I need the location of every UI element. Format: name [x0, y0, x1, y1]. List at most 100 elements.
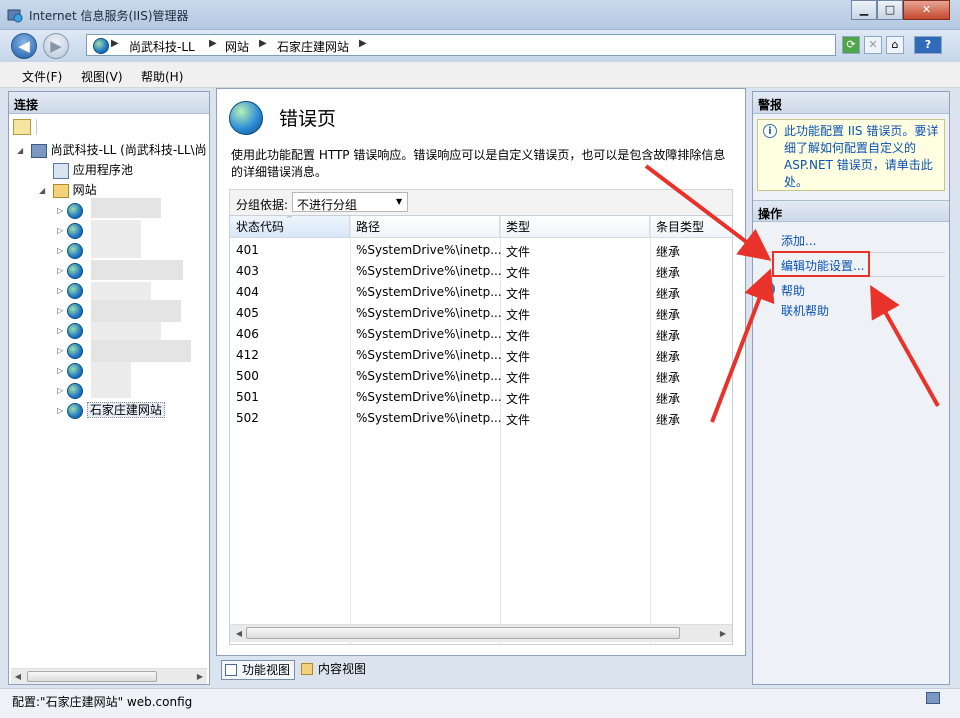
cell-code: 500 — [236, 369, 259, 383]
forward-button[interactable]: ▶ — [43, 33, 69, 59]
home-icon[interactable]: ⌂ — [886, 36, 904, 54]
globe-icon — [67, 262, 83, 279]
error-pages-grid: 状态代码 ^ 路径 类型 条目类型 401 %SystemDrive%\inetp… — [229, 215, 733, 645]
globe-icon — [67, 202, 83, 219]
tree-item-site[interactable]: ▷ — [57, 320, 83, 340]
window-title: Internet 信息服务(IIS)管理器 — [29, 9, 189, 23]
minimize-button[interactable]: ▁ — [851, 0, 877, 20]
tree-item-site[interactable]: ▷ — [57, 360, 83, 380]
column-header-type[interactable]: 类型 — [500, 216, 650, 238]
table-row[interactable]: 405 %SystemDrive%\inetp... 文件 继承 — [230, 303, 732, 324]
horizontal-scrollbar[interactable]: ◀ ▶ — [11, 668, 207, 684]
maximize-button[interactable]: □ — [877, 0, 903, 20]
navigation-bar: ◀ ▶ ▶ 尚武科技-LL ▶ 网站 ▶ 石家庄建网站 ▶ ⟳ ✕ ⌂ ? — [0, 30, 960, 62]
network-icon — [926, 692, 940, 704]
status-bar: 配置:"石家庄建网站" web.config — [0, 688, 960, 718]
grid-horizontal-scrollbar[interactable]: ◀ ▶ — [230, 624, 732, 642]
column-header-entry-type[interactable]: 条目类型 — [650, 216, 732, 238]
dropdown-arrow-icon: ▼ — [396, 197, 403, 206]
collapse-icon[interactable]: ◢ — [39, 181, 49, 201]
cell-entry: 继承 — [656, 266, 681, 280]
menu-bar: 文件(F) 视图(V) 帮助(H) — [0, 62, 960, 88]
tree-item-site[interactable]: ▷ — [57, 340, 83, 360]
stop-icon[interactable]: ✕ — [864, 36, 882, 54]
tree-item-sites[interactable]: ◢ 网站 — [39, 180, 97, 200]
cell-path: %SystemDrive%\inetp... — [356, 264, 502, 278]
scroll-right-arrow[interactable]: ▶ — [716, 627, 730, 641]
column-header-path[interactable]: 路径 — [350, 216, 500, 238]
table-row[interactable]: 501 %SystemDrive%\inetp... 文件 继承 — [230, 387, 732, 408]
connect-icon[interactable] — [13, 119, 31, 135]
globe-icon — [67, 222, 83, 239]
group-by-select[interactable]: 不进行分组 ▼ — [292, 192, 408, 212]
tree-item-site[interactable]: ▷ — [57, 380, 83, 400]
tree-item-site[interactable]: ▷ — [57, 240, 83, 260]
group-by-label: 分组依据: — [236, 198, 289, 212]
scroll-thumb[interactable] — [27, 671, 157, 682]
tree-item-site[interactable]: ▷ — [57, 220, 83, 240]
table-row[interactable]: 403 %SystemDrive%\inetp... 文件 继承 — [230, 261, 732, 282]
table-row[interactable]: 404 %SystemDrive%\inetp... 文件 继承 — [230, 282, 732, 303]
breadcrumb-site[interactable]: 石家庄建网站 — [277, 38, 349, 55]
globe-icon — [67, 322, 83, 339]
redacted-block — [91, 260, 183, 280]
tree-item-server[interactable]: ◢ 尚武科技-LL (尚武科技-LL\尚 — [17, 140, 207, 160]
tree-item-site[interactable]: ▷ — [57, 300, 83, 320]
scroll-left-arrow[interactable]: ◀ — [11, 670, 25, 684]
breadcrumb-separator: ▶ — [111, 38, 119, 49]
cell-path: %SystemDrive%\inetp... — [356, 348, 502, 362]
menu-view[interactable]: 视图(V) — [81, 68, 123, 85]
cell-code: 406 — [236, 327, 259, 341]
menu-help[interactable]: 帮助(H) — [141, 68, 183, 85]
scroll-thumb[interactable] — [246, 627, 680, 639]
refresh-icon[interactable]: ⟳ — [842, 36, 860, 54]
collapse-icon[interactable]: ◢ — [17, 141, 27, 161]
expand-icon[interactable]: ▷ — [57, 401, 67, 421]
table-row[interactable]: 500 %SystemDrive%\inetp... 文件 继承 — [230, 366, 732, 387]
cell-code: 502 — [236, 411, 259, 425]
tab-features-view[interactable]: 功能视图 — [221, 660, 295, 680]
cell-type: 文件 — [506, 371, 531, 385]
tree-item-site[interactable]: ▷ — [57, 260, 83, 280]
cell-entry: 继承 — [656, 371, 681, 385]
cell-entry: 继承 — [656, 392, 681, 406]
table-row[interactable]: 406 %SystemDrive%\inetp... 文件 继承 — [230, 324, 732, 345]
tab-content-view[interactable]: 内容视图 — [298, 660, 372, 680]
address-bar[interactable]: ▶ 尚武科技-LL ▶ 网站 ▶ 石家庄建网站 ▶ — [86, 34, 836, 56]
breadcrumb-server[interactable]: 尚武科技-LL — [129, 38, 195, 55]
tree-item-site[interactable]: ▷ — [57, 200, 83, 220]
help-icon[interactable]: ? — [914, 36, 942, 54]
add-link[interactable]: 添加... — [781, 232, 816, 249]
breadcrumb-separator: ▶ — [209, 38, 217, 49]
scroll-left-arrow[interactable]: ◀ — [232, 627, 246, 641]
feature-description: 使用此功能配置 HTTP 错误响应。错误响应可以是自定义错误页，也可以是包含故障… — [231, 148, 726, 179]
back-button[interactable]: ◀ — [11, 33, 37, 59]
tree-item-app-pools[interactable]: 应用程序池 — [53, 160, 133, 180]
cell-type: 文件 — [506, 287, 531, 301]
cell-entry: 继承 — [656, 350, 681, 364]
connections-header: 连接 — [9, 92, 209, 114]
scroll-right-arrow[interactable]: ▶ — [193, 670, 207, 684]
cell-code: 501 — [236, 390, 259, 404]
breadcrumb-separator: ▶ — [359, 38, 367, 49]
globe-icon — [93, 38, 109, 54]
cell-type: 文件 — [506, 329, 531, 343]
online-help-link[interactable]: 联机帮助 — [781, 302, 829, 319]
globe-icon — [67, 362, 83, 379]
table-row[interactable]: 412 %SystemDrive%\inetp... 文件 继承 — [230, 345, 732, 366]
breadcrumb-sites[interactable]: 网站 — [225, 38, 249, 55]
tree-item-selected-site[interactable]: ▷ 石家庄建网站 — [57, 400, 165, 420]
tree-item-site[interactable]: ▷ — [57, 280, 83, 300]
cell-path: %SystemDrive%\inetp... — [356, 306, 502, 320]
menu-file[interactable]: 文件(F) — [22, 68, 62, 85]
info-icon: i — [763, 124, 777, 138]
redacted-block — [91, 362, 131, 398]
close-button[interactable]: ✕ — [903, 0, 950, 20]
app-pool-icon — [53, 162, 69, 179]
table-row[interactable]: 502 %SystemDrive%\inetp... 文件 继承 — [230, 408, 732, 429]
cell-type: 文件 — [506, 413, 531, 427]
redacted-block — [91, 340, 191, 362]
alert-text[interactable]: 此功能配置 IIS 错误页。要详细了解如何配置自定义的 ASP.NET 错误页，… — [784, 123, 942, 191]
help-link[interactable]: 帮助 — [781, 282, 805, 299]
table-row[interactable]: 401 %SystemDrive%\inetp... 文件 继承 — [230, 240, 732, 261]
